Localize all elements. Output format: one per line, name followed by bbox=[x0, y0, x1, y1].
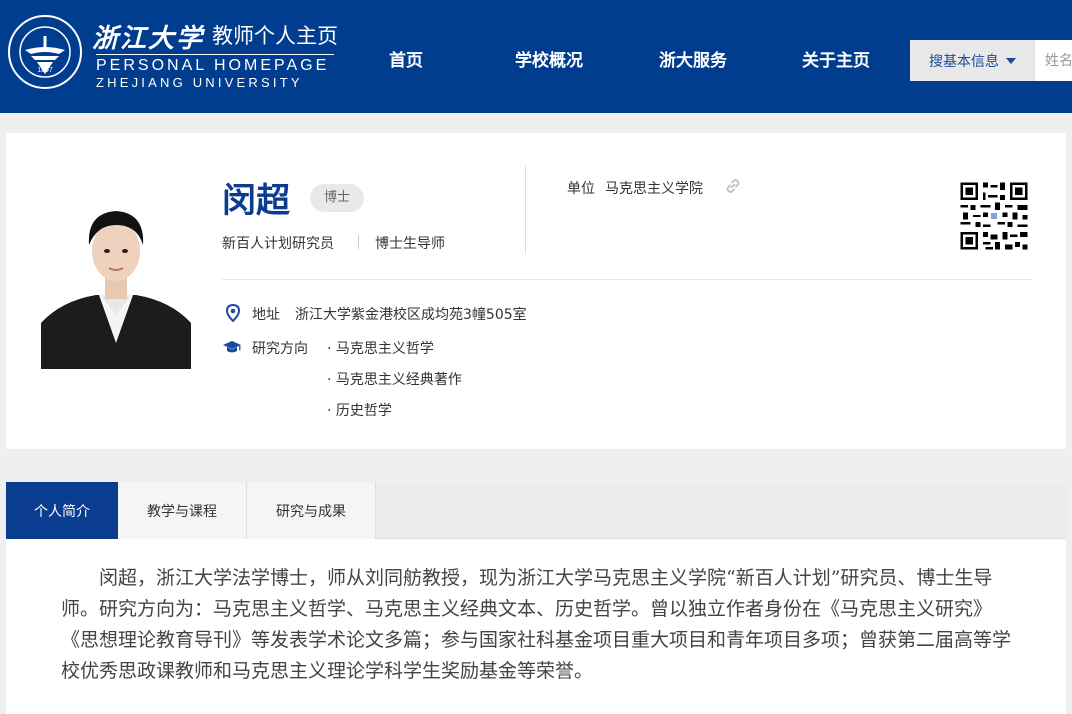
profile-photo bbox=[41, 203, 191, 369]
search-input[interactable] bbox=[1035, 40, 1072, 81]
title-primary: 新百人计划研究员 bbox=[222, 236, 334, 252]
search-type-select[interactable]: 搜基本信息 bbox=[910, 40, 1035, 81]
tab-profile[interactable]: 个人简介 bbox=[6, 482, 118, 539]
nav-about-school[interactable]: 学校概况 bbox=[515, 46, 583, 71]
map-pin-icon bbox=[225, 304, 241, 322]
logo-english-title: PERSONAL HOMEPAGE bbox=[96, 57, 330, 74]
research-label: 研究方向 bbox=[252, 341, 308, 357]
bio-text: 闵超，浙江大学法学博士，师从刘同舫教授，现为浙江大学马克思主义学院“新百人计划”… bbox=[61, 567, 1012, 682]
tab-teaching[interactable]: 教学与课程 bbox=[118, 482, 247, 539]
logo-chinese-name: 浙江大学 bbox=[92, 24, 205, 54]
tab-research[interactable]: 研究与成果 bbox=[247, 482, 376, 539]
profile-card: 闵超 博士 新百人计划研究员 博士生导师 单位 马克思主义学院 地址 浙江大学紫… bbox=[6, 133, 1066, 449]
teacher-name: 闵超 bbox=[222, 181, 290, 221]
title-separator bbox=[358, 235, 359, 249]
research-item: · 马克思主义哲学 bbox=[327, 341, 434, 357]
horizontal-divider bbox=[222, 279, 1032, 280]
degree-badge: 博士 bbox=[310, 184, 365, 212]
tab-bar: 个人简介 教学与课程 研究与成果 bbox=[6, 482, 1066, 539]
address-value: 浙江大学紫金港校区成均苑3幢505室 bbox=[295, 307, 527, 323]
research-item: · 历史哲学 bbox=[327, 403, 392, 419]
qr-code-icon[interactable] bbox=[958, 180, 1030, 252]
address-label: 地址 bbox=[252, 307, 280, 323]
logo-divider bbox=[96, 54, 334, 55]
unit-value: 马克思主义学院 bbox=[605, 181, 703, 197]
search-type-label: 搜基本信息 bbox=[929, 53, 999, 70]
vertical-divider bbox=[525, 166, 526, 254]
tab-content: 闵超，浙江大学法学博士，师从刘同舫教授，现为浙江大学马克思主义学院“新百人计划”… bbox=[6, 539, 1066, 714]
title-secondary: 博士生导师 bbox=[375, 236, 445, 252]
svg-text:1897: 1897 bbox=[37, 67, 53, 74]
logo-subtitle: 教师个人主页 bbox=[212, 24, 338, 48]
unit-label: 单位 bbox=[567, 181, 595, 197]
link-icon[interactable] bbox=[725, 178, 741, 194]
university-seal-logo[interactable]: 1897 bbox=[7, 14, 83, 90]
site-header: 1897 浙江大学 教师个人主页 PERSONAL HOMEPAGE ZHEJI… bbox=[0, 0, 1072, 113]
nav-home[interactable]: 首页 bbox=[389, 46, 423, 71]
nav-zju-services[interactable]: 浙大服务 bbox=[659, 46, 727, 71]
logo-english-university: ZHEJIANG UNIVERSITY bbox=[96, 75, 303, 90]
graduation-cap-icon bbox=[223, 341, 241, 353]
caret-down-icon bbox=[1006, 57, 1016, 64]
research-item: · 马克思主义经典著作 bbox=[327, 372, 462, 388]
nav-about-homepage[interactable]: 关于主页 bbox=[802, 46, 870, 71]
